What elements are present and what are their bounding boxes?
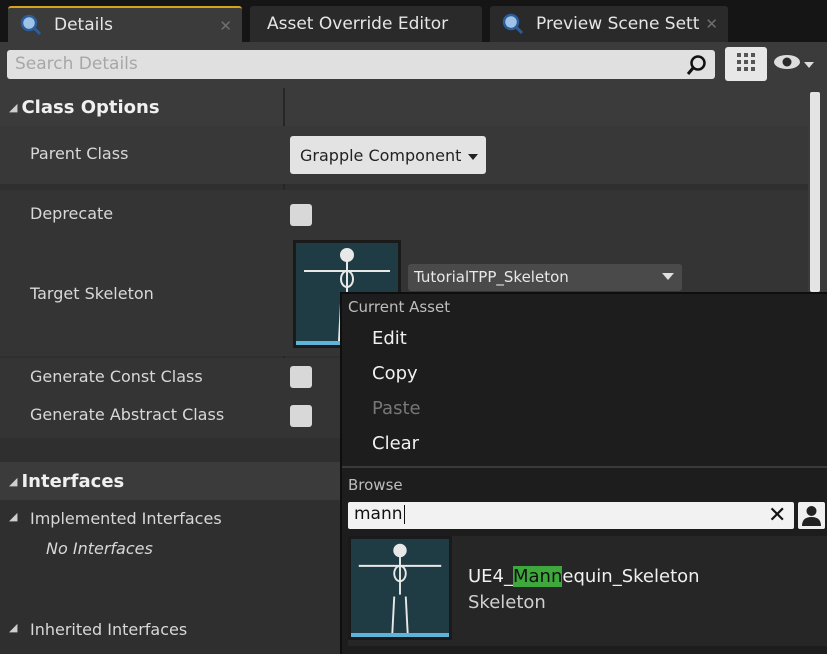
- category-title: Class Options: [21, 96, 160, 118]
- skeleton-thumbnail: [348, 536, 452, 640]
- target-skeleton-dropdown[interactable]: TutorialTPP_Skeleton: [408, 264, 682, 291]
- deprecate-checkbox[interactable]: [290, 204, 312, 226]
- property-label: Generate Const Class: [30, 367, 203, 386]
- collapse-triangle-icon: ◢: [9, 100, 18, 114]
- close-icon[interactable]: ✕: [219, 17, 232, 35]
- grid-icon: [735, 51, 757, 77]
- menu-item-clear[interactable]: Clear: [372, 433, 419, 454]
- menu-item-paste: Paste: [372, 398, 421, 419]
- search-icon: [20, 14, 42, 36]
- parent-class-dropdown[interactable]: Grapple Component: [290, 136, 486, 174]
- search-row: Search Details: [0, 42, 827, 88]
- chevron-down-icon: [467, 146, 479, 165]
- dropdown-value: TutorialTPP_Skeleton: [414, 268, 569, 286]
- property-matrix-button[interactable]: [725, 47, 767, 81]
- menu-item-copy[interactable]: Copy: [372, 363, 418, 384]
- tab-preview-scene-settings[interactable]: Preview Scene Sett ✕: [490, 6, 728, 42]
- close-icon[interactable]: ✕: [705, 15, 718, 33]
- tab-asset-override-editor[interactable]: Asset Override Editor: [250, 6, 482, 42]
- text-caret: [403, 504, 405, 524]
- tab-details[interactable]: Details ✕: [8, 6, 242, 42]
- category-title: Interfaces: [21, 470, 125, 492]
- tab-bar: Details ✕ Asset Override Editor Preview …: [0, 0, 827, 42]
- chevron-down-icon: [662, 273, 674, 280]
- asset-type-bar: [351, 633, 449, 637]
- implemented-interfaces-label: Implemented Interfaces: [30, 509, 222, 528]
- search-icon[interactable]: [686, 54, 708, 76]
- tab-label: Asset Override Editor: [267, 14, 449, 34]
- property-label: Generate Abstract Class: [30, 405, 225, 424]
- user-filter-button[interactable]: [798, 502, 825, 529]
- tab-label: Details: [54, 15, 113, 35]
- generate-const-class-checkbox[interactable]: [290, 366, 312, 388]
- section-browse: Browse: [348, 476, 403, 494]
- asset-result-item[interactable]: UE4_Mannequin_Skeleton Skeleton: [348, 536, 827, 646]
- clear-search-icon[interactable]: ✕: [768, 505, 786, 527]
- property-row-deprecate: Deprecate: [0, 190, 808, 236]
- property-label: Parent Class: [30, 144, 129, 163]
- asset-picker-menu: Current Asset Edit Copy Paste Clear Brow…: [340, 292, 827, 654]
- search-input[interactable]: Search Details: [7, 50, 715, 79]
- view-options-button[interactable]: [772, 50, 824, 78]
- scrollbar-thumb[interactable]: [810, 92, 820, 292]
- asset-search-value: mann: [354, 504, 403, 524]
- generate-abstract-class-checkbox[interactable]: [290, 405, 312, 427]
- asset-name: UE4_Mannequin_Skeleton: [468, 566, 700, 587]
- asset-type: Skeleton: [468, 592, 546, 613]
- collapse-triangle-icon[interactable]: ◢: [9, 510, 17, 523]
- eye-icon: [772, 52, 802, 76]
- category-class-options[interactable]: ◢ Class Options: [0, 88, 808, 126]
- asset-name-suffix: equin_Skeleton: [562, 566, 700, 587]
- property-label: Deprecate: [30, 204, 114, 223]
- search-icon: [502, 13, 524, 35]
- inherited-interfaces-label: Inherited Interfaces: [30, 620, 188, 639]
- collapse-triangle-icon: ◢: [9, 474, 18, 488]
- property-label: Target Skeleton: [30, 284, 154, 303]
- tab-label: Preview Scene Sett: [536, 14, 700, 34]
- skeleton-icon: [358, 543, 442, 634]
- collapse-triangle-icon[interactable]: ◢: [9, 621, 17, 634]
- section-current-asset: Current Asset: [348, 298, 451, 316]
- menu-separator: [342, 466, 827, 468]
- asset-search-input[interactable]: mann: [348, 502, 794, 529]
- dropdown-value: Grapple Component: [300, 145, 462, 165]
- asset-name-prefix: UE4_: [468, 566, 513, 587]
- no-interfaces-text: No Interfaces: [46, 539, 153, 558]
- search-match-highlight: Mann: [513, 566, 563, 587]
- chevron-down-icon: [802, 55, 816, 74]
- menu-item-edit[interactable]: Edit: [372, 328, 407, 349]
- user-icon: [802, 506, 821, 526]
